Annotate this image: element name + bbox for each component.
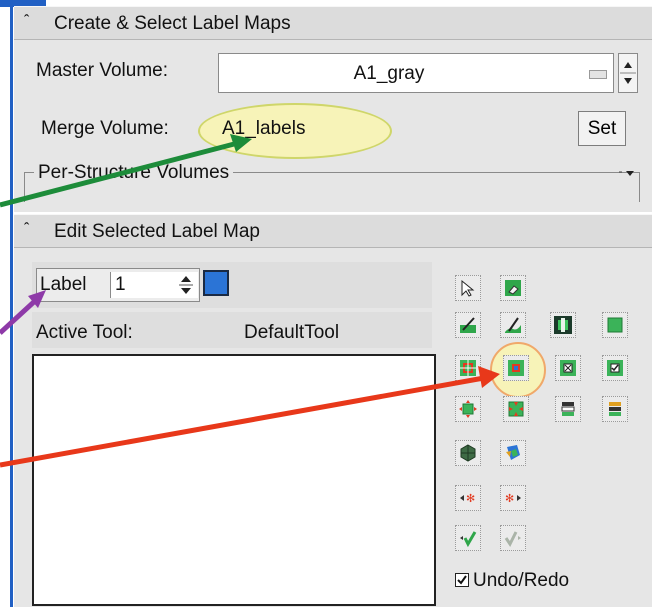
purple-arrow <box>0 290 46 335</box>
red-arrow <box>0 366 500 468</box>
annotation-arrows <box>0 134 500 468</box>
green-arrow <box>0 134 252 208</box>
